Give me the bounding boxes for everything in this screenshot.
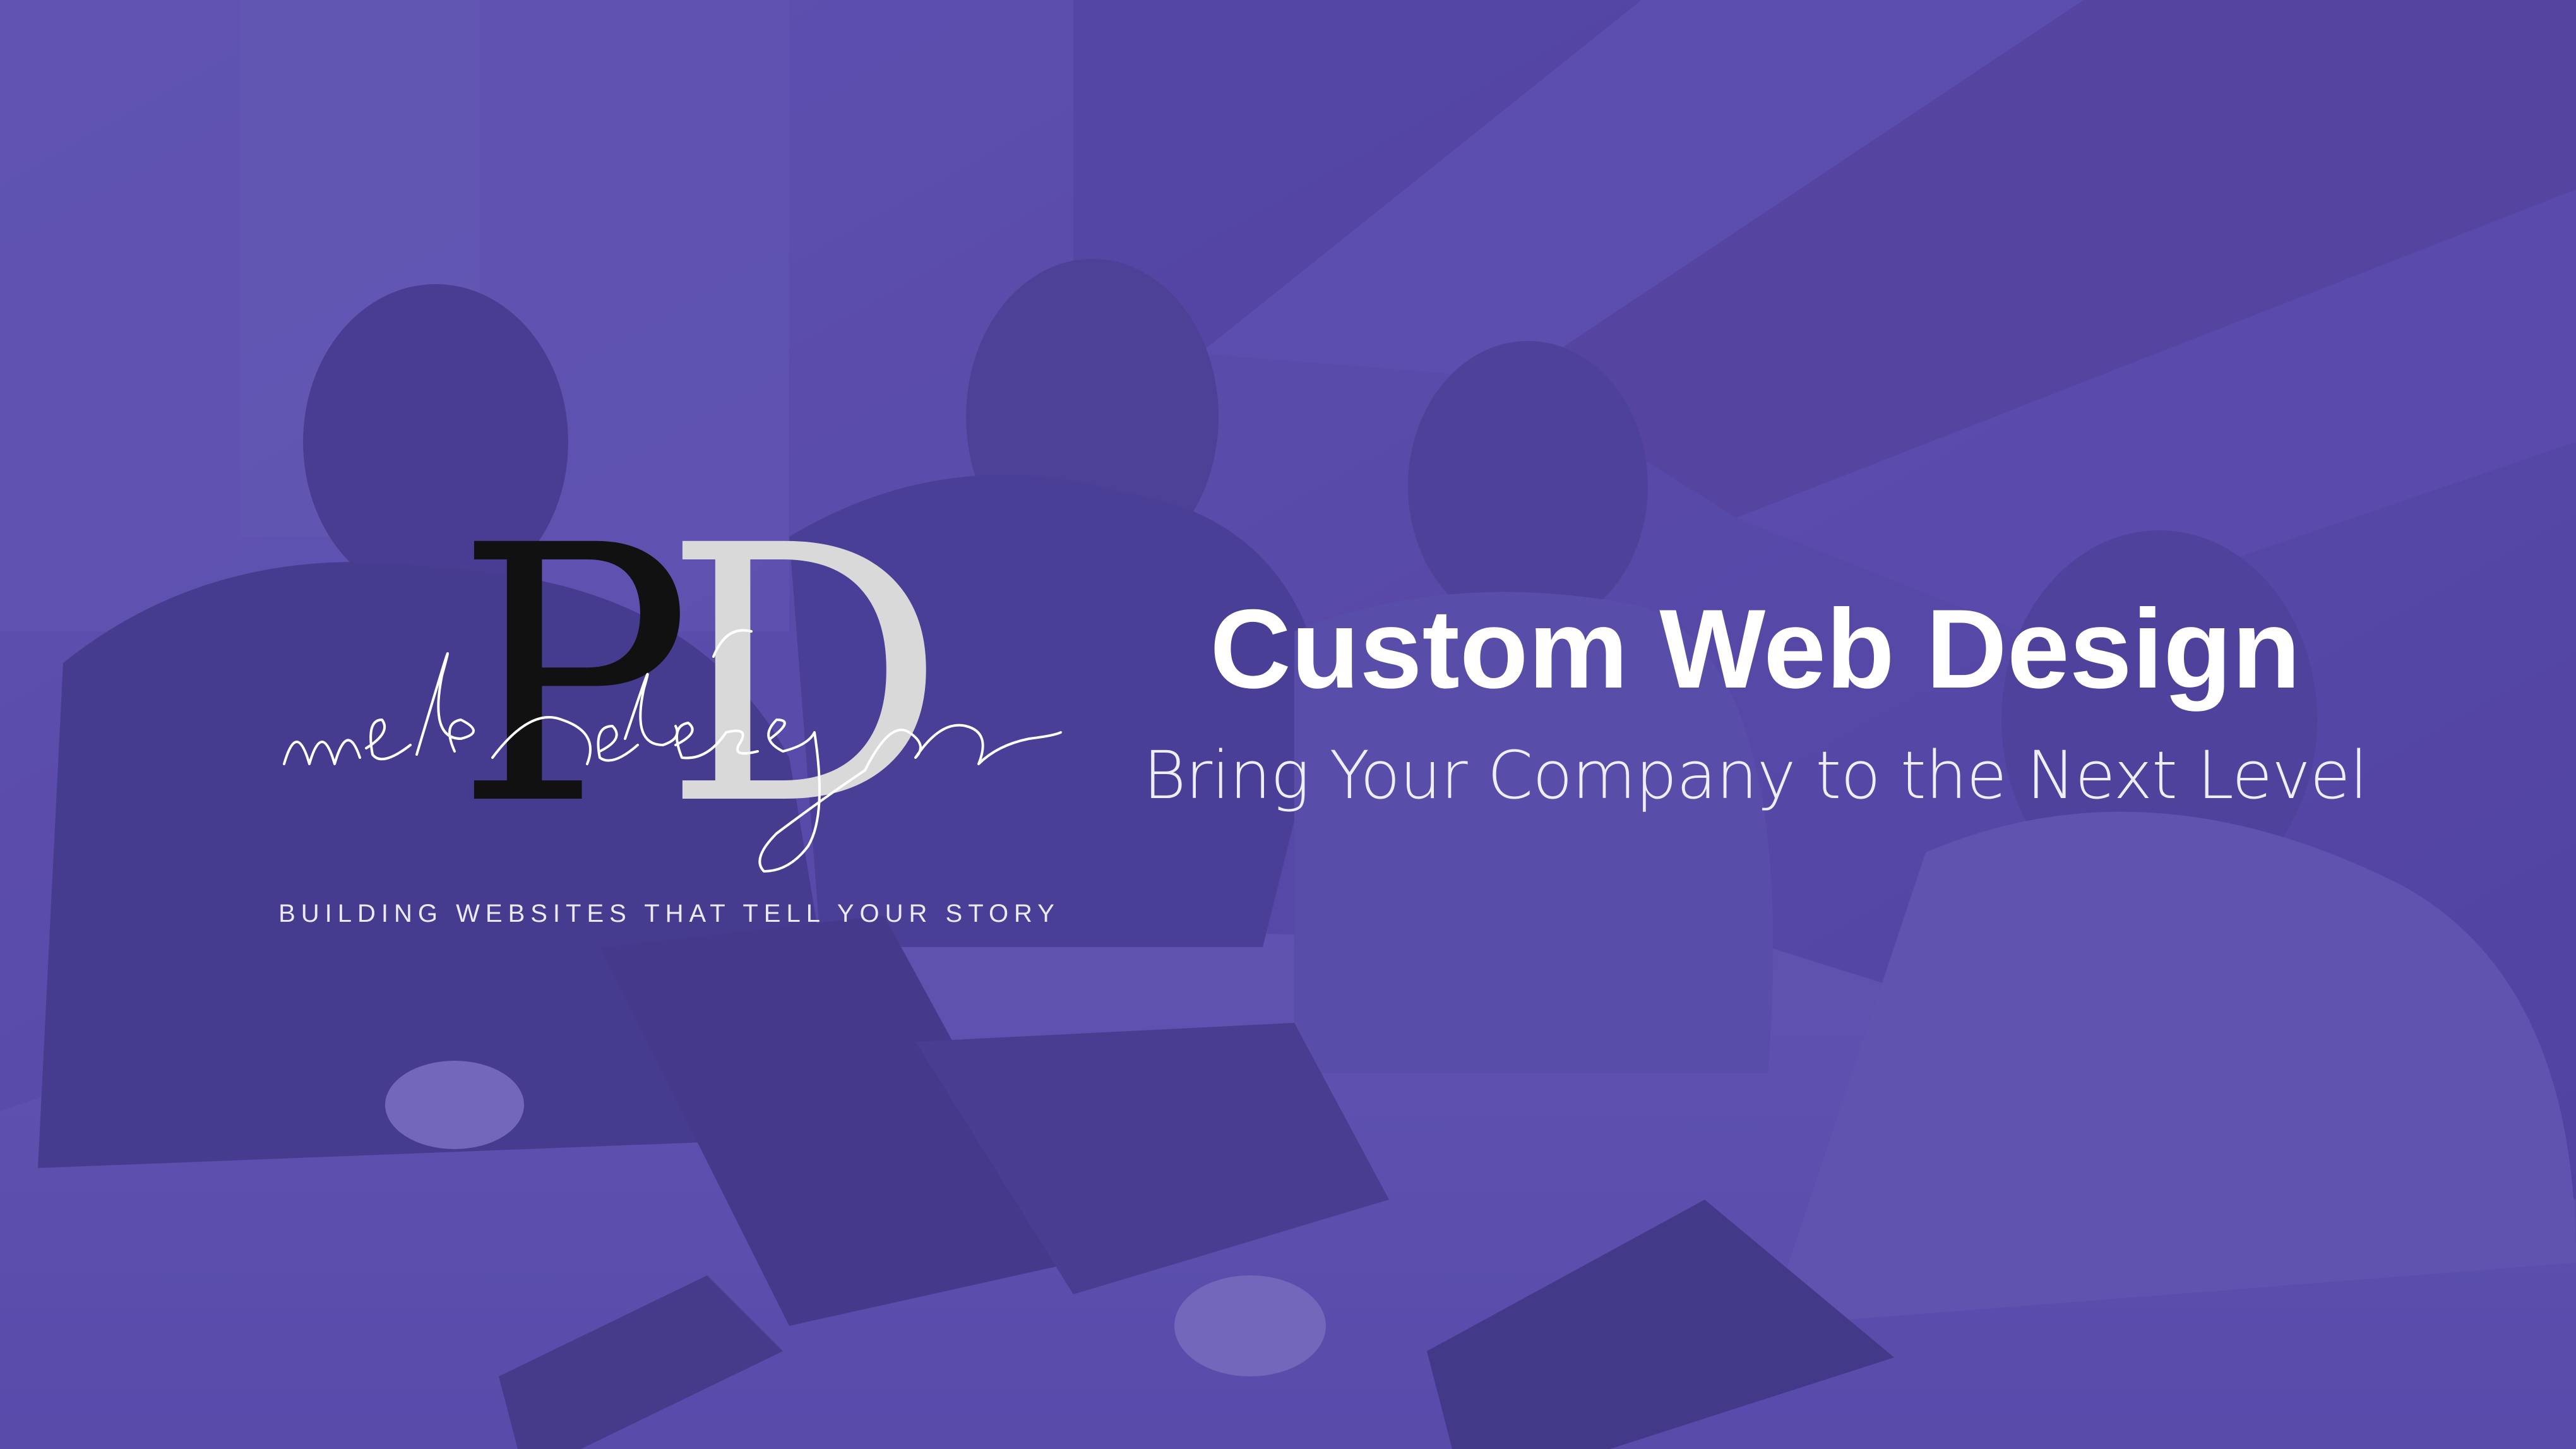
hero-banner: P D BUILDING WEBSITES THAT TELL YOUR STO…: [0, 0, 2576, 1449]
logo-tagline: BUILDING WEBSITES THAT TELL YOUR STORY: [278, 900, 1060, 927]
pd-web-design-logo: P D BUILDING WEBSITES THAT TELL YOUR STO…: [271, 530, 1067, 947]
hero-headline: Custom Web Design: [1210, 586, 2301, 712]
logo-letter-p: P: [455, 530, 693, 883]
logo-letter-d: D: [663, 530, 946, 883]
hero-subheadline: Bring Your Company to the Next Level: [1143, 736, 2368, 814]
hero-text: Custom Web Design Bring Your Company to …: [1111, 587, 2399, 815]
logo-monogram: P D: [283, 530, 1062, 883]
